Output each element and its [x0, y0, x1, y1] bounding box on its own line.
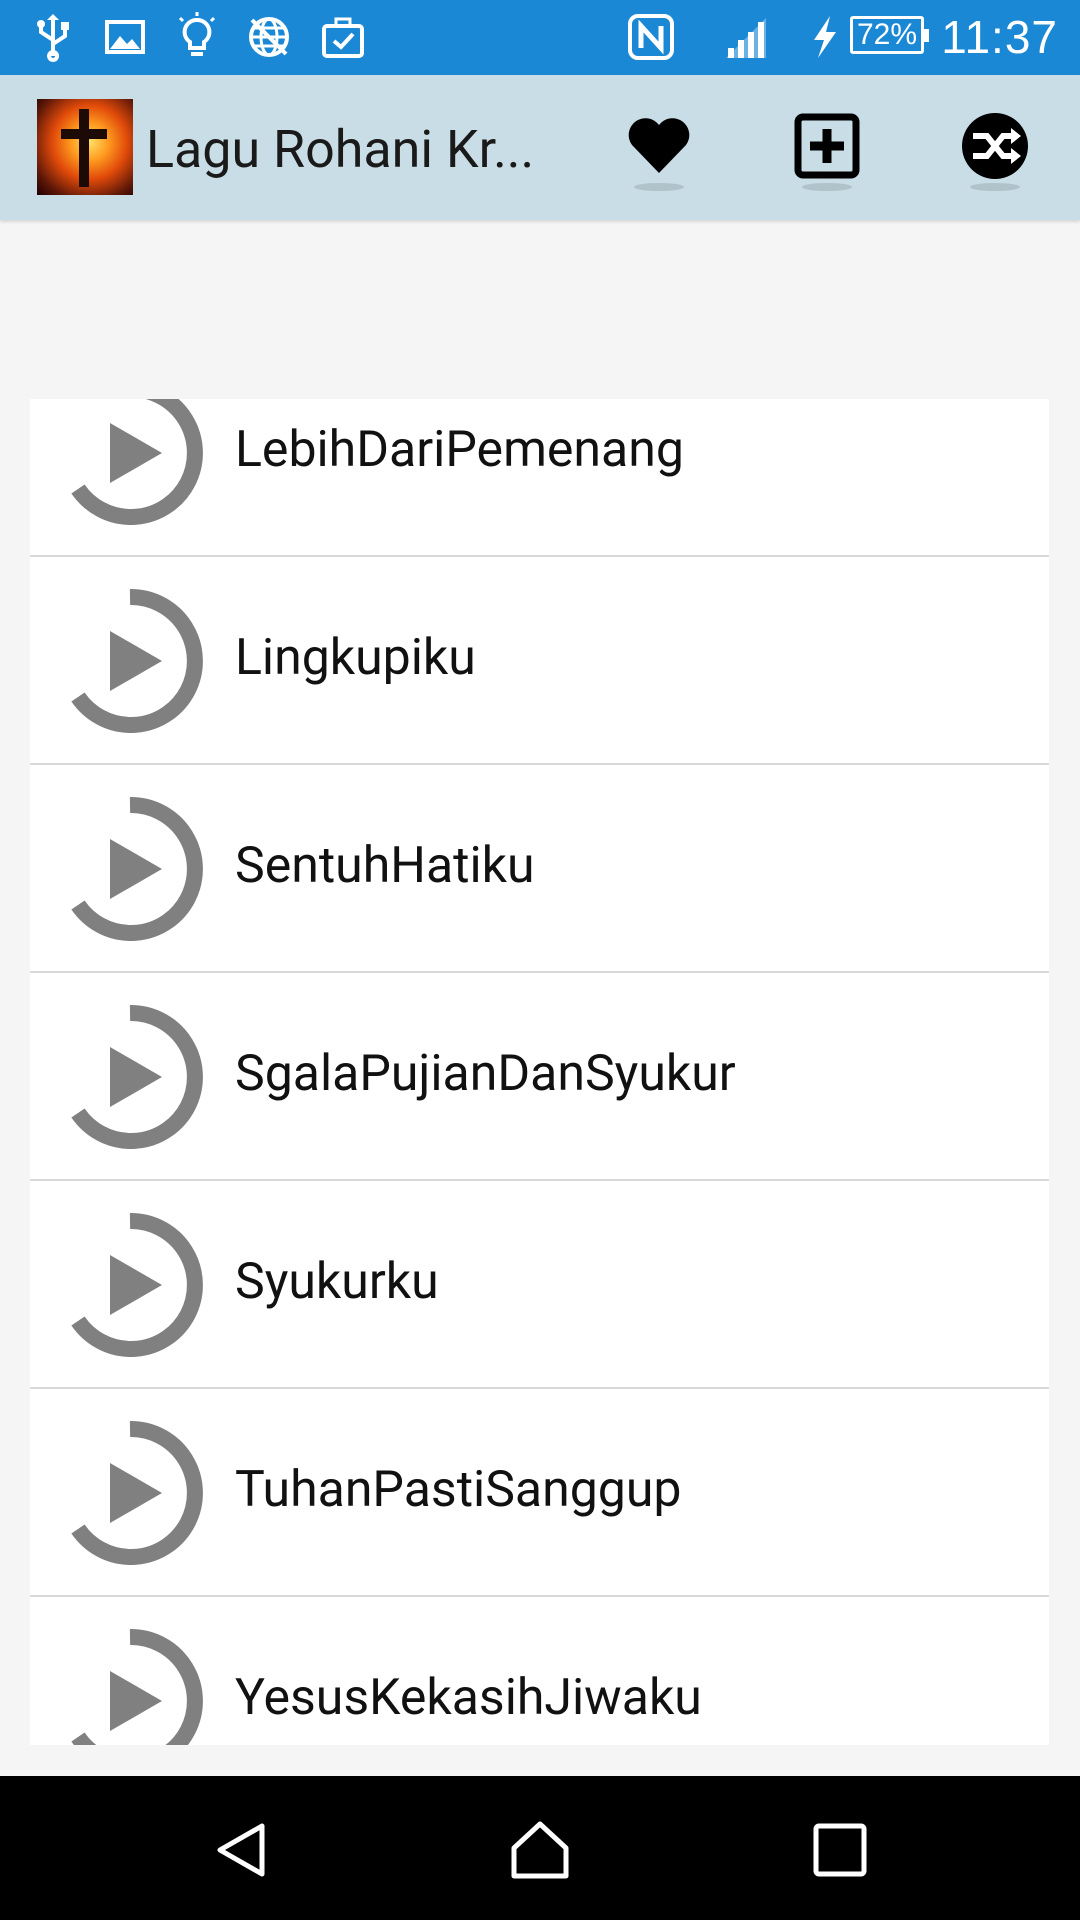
- signal-icon: [726, 18, 766, 58]
- shuffle-button[interactable]: [950, 101, 1040, 191]
- song-title: YesusKekasihJiwaku: [235, 1669, 702, 1727]
- song-item[interactable]: SgalaPujianDanSyukur: [30, 973, 1049, 1181]
- status-bar: 72% 11:37: [0, 0, 1080, 75]
- no-network-icon: [249, 17, 289, 57]
- play-icon: [71, 399, 203, 525]
- app-bar: Lagu Rohani Kr...: [0, 75, 1080, 220]
- song-item[interactable]: SentuhHatiku: [30, 765, 1049, 973]
- navigation-bar: [0, 1776, 1080, 1920]
- song-title: SentuhHatiku: [235, 837, 535, 895]
- song-item[interactable]: TuhanPastiSanggup: [30, 1389, 1049, 1597]
- heart-icon: [628, 118, 690, 173]
- favorite-button[interactable]: [614, 101, 704, 191]
- add-box-icon: [794, 113, 860, 179]
- song-title: Syukurku: [235, 1253, 439, 1311]
- recents-icon[interactable]: [808, 1818, 872, 1882]
- battery-indicator: 72%: [850, 16, 929, 54]
- charging-icon: [814, 16, 836, 58]
- home-icon[interactable]: [508, 1818, 572, 1882]
- song-title: SgalaPujianDanSyukur: [235, 1045, 736, 1103]
- play-icon: [71, 796, 203, 941]
- song-item[interactable]: LebihDariPemenang: [30, 399, 1049, 557]
- play-icon: [71, 1004, 203, 1149]
- briefcase-check-icon: [322, 17, 364, 58]
- song-item[interactable]: YesusKekasihJiwaku: [30, 1597, 1049, 1745]
- app-logo: [37, 99, 133, 195]
- song-item[interactable]: Syukurku: [30, 1181, 1049, 1389]
- play-icon: [71, 588, 203, 733]
- bulb-icon: [178, 12, 216, 56]
- shuffle-icon: [962, 113, 1028, 179]
- back-icon[interactable]: [210, 1818, 274, 1882]
- song-title: LebihDariPemenang: [235, 421, 684, 479]
- song-item[interactable]: Lingkupiku: [30, 557, 1049, 765]
- nfc-icon: [628, 14, 674, 60]
- image-icon: [105, 20, 145, 54]
- clock: 11:37: [941, 11, 1058, 63]
- song-title: TuhanPastiSanggup: [235, 1461, 682, 1519]
- play-icon: [71, 1212, 203, 1357]
- song-title: Lingkupiku: [235, 629, 476, 687]
- play-icon: [71, 1420, 203, 1565]
- app-title: Lagu Rohani Kr...: [146, 119, 535, 180]
- usb-icon: [37, 14, 69, 62]
- play-icon: [71, 1628, 203, 1745]
- song-list[interactable]: LebihDariPemenang Lingkupiku SentuhHatik…: [30, 399, 1049, 1745]
- add-button[interactable]: [782, 101, 872, 191]
